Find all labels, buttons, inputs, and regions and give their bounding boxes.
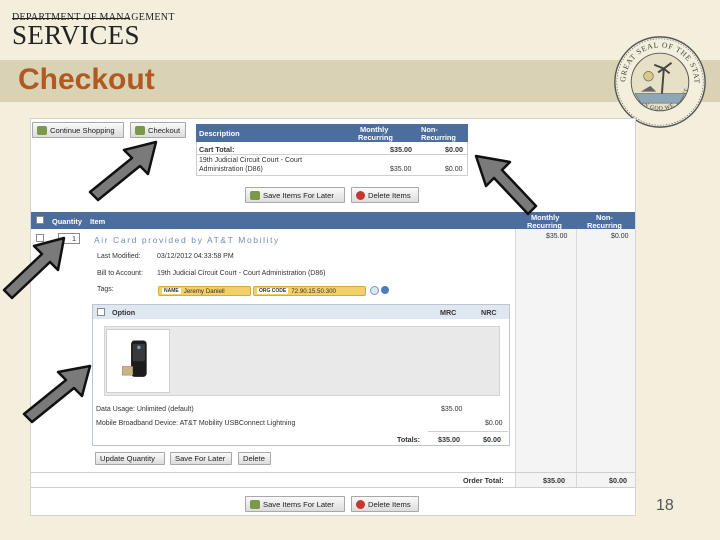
arrow-to-summary-icon <box>474 154 538 216</box>
options-totals-mrc: $35.00 <box>438 435 460 444</box>
bill-to-label: Bill to Account: <box>97 270 143 277</box>
save-items-later-label: Save Items For Later <box>263 190 334 200</box>
summary-col-non-sub: Recurring <box>421 133 456 142</box>
slide-title: Checkout <box>18 63 155 96</box>
arrow-to-quantity-icon <box>2 236 66 300</box>
update-quantity-button[interactable]: Update Quantity <box>95 452 165 465</box>
continue-shopping-label: Continue Shopping <box>50 125 115 135</box>
item-monthly: $35.00 <box>546 233 568 240</box>
tag-name-key: NAME <box>162 288 181 294</box>
delete-item-label: Delete <box>243 454 265 463</box>
save-items-later-label-bottom: Save Items For Later <box>263 499 334 509</box>
non-recurring-column <box>576 229 635 487</box>
tag-org-code[interactable]: ORG CODE 72.90.15.50.300 <box>253 286 366 296</box>
summary-col-monthly-sub: Recurring <box>358 133 393 142</box>
cart-total-label: Cart Total: <box>199 145 235 154</box>
save-icon <box>250 190 260 200</box>
save-items-later-button-bottom[interactable]: Save Items For Later <box>245 496 345 512</box>
delete-items-label-bottom: Delete Items <box>368 499 411 509</box>
bill-to-value: 19th Judicial Circuit Court - Court Admi… <box>157 270 326 277</box>
page-number: 18 <box>656 497 674 514</box>
select-all-checkbox[interactable] <box>36 216 44 224</box>
cart-icon <box>37 125 47 135</box>
arrow-to-options-icon <box>22 364 92 424</box>
summary-col-description: Description <box>199 129 240 138</box>
save-items-later-button[interactable]: Save Items For Later <box>245 187 345 203</box>
order-total-label: Order Total: <box>463 476 504 485</box>
last-modified-value: 03/12/2012 04:33:58 PM <box>157 253 234 260</box>
items-col-quantity: Quantity <box>52 217 82 226</box>
save-for-later-button[interactable]: Save For Later <box>170 452 232 465</box>
summary-line-desc-2: Administration (D86) <box>199 166 263 173</box>
continue-shopping-button[interactable]: Continue Shopping <box>32 122 124 138</box>
tag-name[interactable]: NAME Jeremy Daniell <box>158 286 251 296</box>
order-total-monthly: $35.00 <box>543 476 565 485</box>
florida-seal-icon: GREAT SEAL OF THE STATE OF FLORIDA IN GO… <box>612 34 706 128</box>
cart-total-monthly: $35.00 <box>390 145 412 154</box>
item-name[interactable]: Air Card provided by AT&T Mobility <box>94 235 280 245</box>
update-quantity-label: Update Quantity <box>100 454 155 463</box>
option-row-data-usage: Data Usage: Unlimited (default) <box>96 406 194 413</box>
last-modified-label: Last Modified: <box>97 253 141 260</box>
tag-org-code-key: ORG CODE <box>257 288 289 294</box>
delete-items-label: Delete Items <box>368 190 411 200</box>
options-col-mrc: MRC <box>440 308 457 317</box>
order-total-divider <box>31 472 635 473</box>
tag-org-code-value: 72.90.15.50.300 <box>291 287 336 295</box>
summary-line-desc: 19th Judicial Circuit Court - Court <box>199 157 303 164</box>
monthly-column <box>515 229 576 487</box>
delete-items-button-bottom[interactable]: Delete Items <box>351 496 419 512</box>
items-col-item: Item <box>90 217 106 226</box>
checkout-button[interactable]: Checkout <box>130 122 186 138</box>
arrow-to-checkout-icon <box>88 140 158 202</box>
delete-icon <box>356 499 365 509</box>
summary-line-non: $0.00 <box>445 166 463 173</box>
edit-tag-icon[interactable] <box>381 286 389 294</box>
usb-modem-icon <box>122 340 147 377</box>
options-totals-nrc: $0.00 <box>483 435 501 444</box>
delete-item-button[interactable]: Delete <box>238 452 271 465</box>
option-row-data-usage-mrc: $35.00 <box>441 406 463 413</box>
cart-total-non: $0.00 <box>445 145 463 154</box>
options-title: Option <box>112 308 136 317</box>
summary-line-monthly: $35.00 <box>390 166 412 173</box>
option-row-device-nrc: $0.00 <box>485 420 503 427</box>
tag-name-value: Jeremy Daniell <box>183 287 225 295</box>
org-name: SERVICES <box>12 20 140 50</box>
totals-divider <box>428 431 508 432</box>
options-totals-label: Totals: <box>397 435 421 444</box>
save-for-later-label: Save For Later <box>175 454 226 463</box>
logo-rule <box>12 18 130 19</box>
item-non: $0.00 <box>611 233 629 240</box>
order-total-non: $0.00 <box>609 476 627 485</box>
delete-items-button[interactable]: Delete Items <box>351 187 419 203</box>
checkout-label: Checkout <box>148 125 181 135</box>
option-row-device: Mobile Broadband Device: AT&T Mobility U… <box>96 420 296 427</box>
options-col-nrc: NRC <box>481 308 497 317</box>
save-icon <box>250 499 260 509</box>
summary-divider <box>197 154 467 155</box>
order-total-bottom <box>31 487 635 488</box>
delete-icon <box>356 190 365 200</box>
collapse-options-icon[interactable] <box>97 308 105 316</box>
tags-label: Tags: <box>97 286 114 293</box>
add-tag-icon[interactable] <box>370 286 379 295</box>
cart-icon <box>135 125 145 135</box>
